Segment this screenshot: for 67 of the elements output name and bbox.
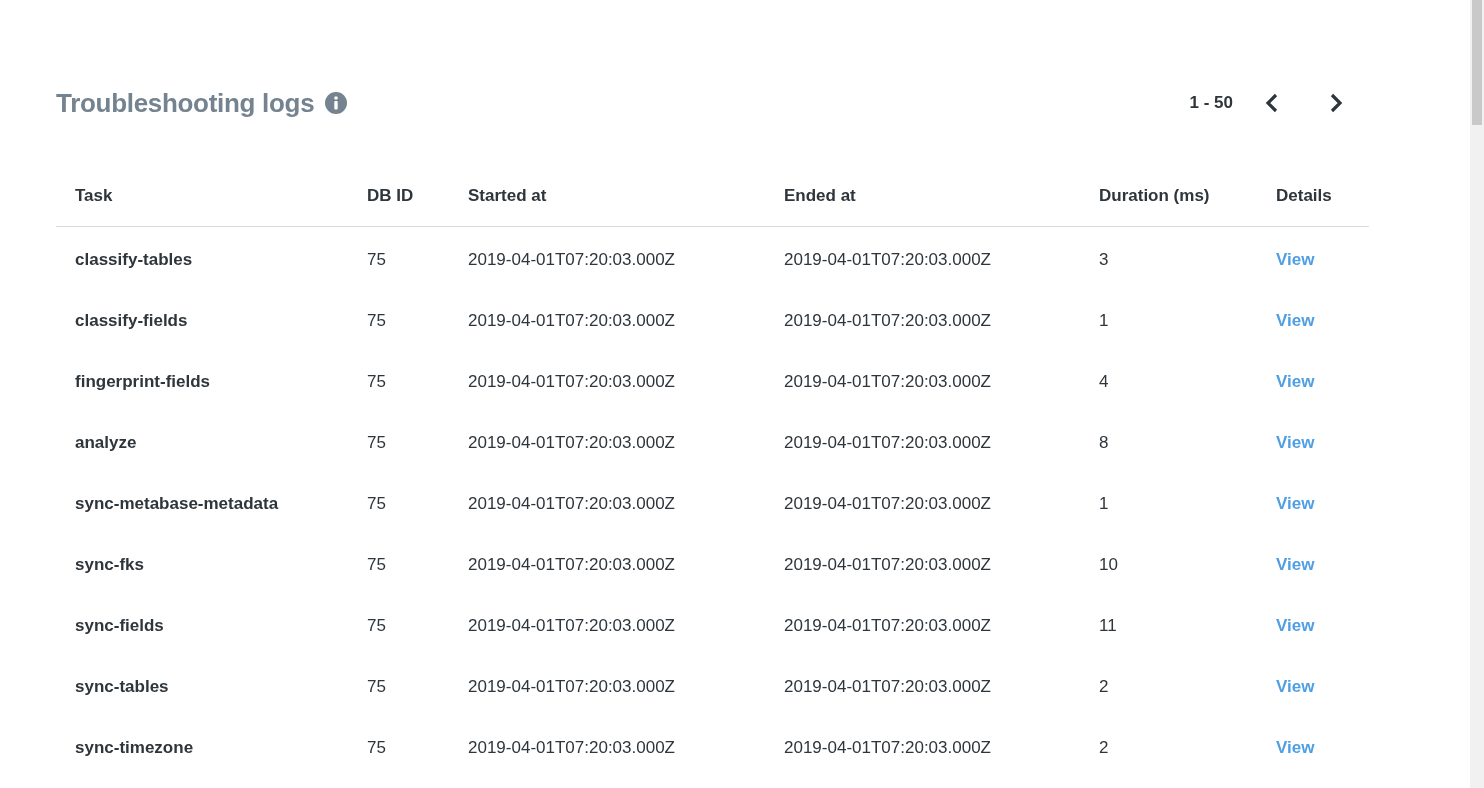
scrollbar-thumb[interactable]: [1472, 0, 1482, 125]
db-id-cell-text: 75: [367, 310, 387, 331]
view-link[interactable]: View: [1276, 615, 1315, 636]
task-cell-text: sync-fks: [75, 554, 145, 575]
started-at-cell-text: 2019-04-01T07:20:03.000Z: [468, 615, 676, 636]
view-link[interactable]: View: [1276, 310, 1315, 331]
page-title: Troubleshooting logs: [56, 87, 315, 119]
task-cell-text: sync-timezone: [75, 737, 195, 758]
ended-at-cell-text: 2019-04-01T07:20:03.000Z: [784, 432, 992, 453]
task-cell-text: sync-fields: [75, 615, 165, 636]
db-id-cell-text: 75: [367, 737, 387, 758]
task-cell-text: analyze: [75, 432, 138, 453]
task-cell-text: classify-tables: [75, 249, 194, 270]
duration-cell-text: 4: [1099, 371, 1110, 392]
view-link[interactable]: View: [1276, 493, 1315, 514]
page-range: 1 - 50: [1189, 93, 1233, 113]
db-id-cell-text: 75: [367, 371, 387, 392]
db-id-cell-text: 75: [367, 676, 387, 697]
view-link[interactable]: View: [1276, 432, 1315, 453]
view-link[interactable]: View: [1276, 737, 1315, 758]
column-header: Started at: [468, 186, 548, 206]
task-cell-text: fingerprint-fields: [75, 371, 212, 392]
db-id-cell-text: 75: [367, 493, 387, 514]
view-link[interactable]: View: [1276, 371, 1315, 392]
view-link[interactable]: View: [1276, 554, 1315, 575]
column-header: Ended at: [784, 186, 857, 206]
view-link[interactable]: View: [1276, 676, 1315, 697]
db-id-cell-text: 75: [367, 615, 387, 636]
duration-cell-text: 11: [1099, 615, 1118, 636]
chevron-right-icon: [1329, 93, 1343, 113]
ended-at-cell-text: 2019-04-01T07:20:03.000Z: [784, 493, 992, 514]
started-at-cell-text: 2019-04-01T07:20:03.000Z: [468, 554, 676, 575]
duration-cell-text: 10: [1099, 554, 1119, 575]
duration-cell-text: 1: [1099, 493, 1110, 514]
chevron-left-icon: [1265, 93, 1279, 113]
scrollbar[interactable]: [1470, 0, 1484, 788]
ended-at-cell-text: 2019-04-01T07:20:03.000Z: [784, 615, 992, 636]
info-icon[interactable]: [325, 92, 348, 114]
ended-at-cell-text: 2019-04-01T07:20:03.000Z: [784, 737, 992, 758]
view-link[interactable]: View: [1276, 249, 1315, 270]
started-at-cell-text: 2019-04-01T07:20:03.000Z: [468, 249, 676, 270]
started-at-cell-text: 2019-04-01T07:20:03.000Z: [468, 432, 676, 453]
duration-cell-text: 1: [1099, 310, 1110, 331]
column-header: DB ID: [367, 186, 415, 206]
ended-at-cell-text: 2019-04-01T07:20:03.000Z: [784, 249, 992, 270]
column-header: Duration (ms): [1099, 186, 1211, 206]
column-header: Details: [1276, 186, 1333, 206]
db-id-cell-text: 75: [367, 249, 387, 270]
started-at-cell-text: 2019-04-01T07:20:03.000Z: [468, 371, 676, 392]
ended-at-cell-text: 2019-04-01T07:20:03.000Z: [784, 371, 992, 392]
task-cell-text: sync-metabase-metadata: [75, 493, 280, 514]
duration-cell-text: 8: [1099, 432, 1110, 453]
db-id-cell-text: 75: [367, 432, 387, 453]
ended-at-cell-text: 2019-04-01T07:20:03.000Z: [784, 554, 992, 575]
started-at-cell-text: 2019-04-01T07:20:03.000Z: [468, 676, 676, 697]
column-header: Task: [75, 186, 114, 206]
started-at-cell-text: 2019-04-01T07:20:03.000Z: [468, 493, 676, 514]
task-cell-text: sync-tables: [75, 676, 170, 697]
ended-at-cell-text: 2019-04-01T07:20:03.000Z: [784, 676, 992, 697]
task-cell-text: classify-fields: [75, 310, 189, 331]
duration-cell-text: 3: [1099, 249, 1110, 270]
duration-cell-text: 2: [1099, 676, 1110, 697]
started-at-cell-text: 2019-04-01T07:20:03.000Z: [468, 310, 676, 331]
db-id-cell-text: 75: [367, 554, 387, 575]
duration-cell-text: 2: [1099, 737, 1110, 758]
ended-at-cell-text: 2019-04-01T07:20:03.000Z: [784, 310, 992, 331]
started-at-cell-text: 2019-04-01T07:20:03.000Z: [468, 737, 676, 758]
